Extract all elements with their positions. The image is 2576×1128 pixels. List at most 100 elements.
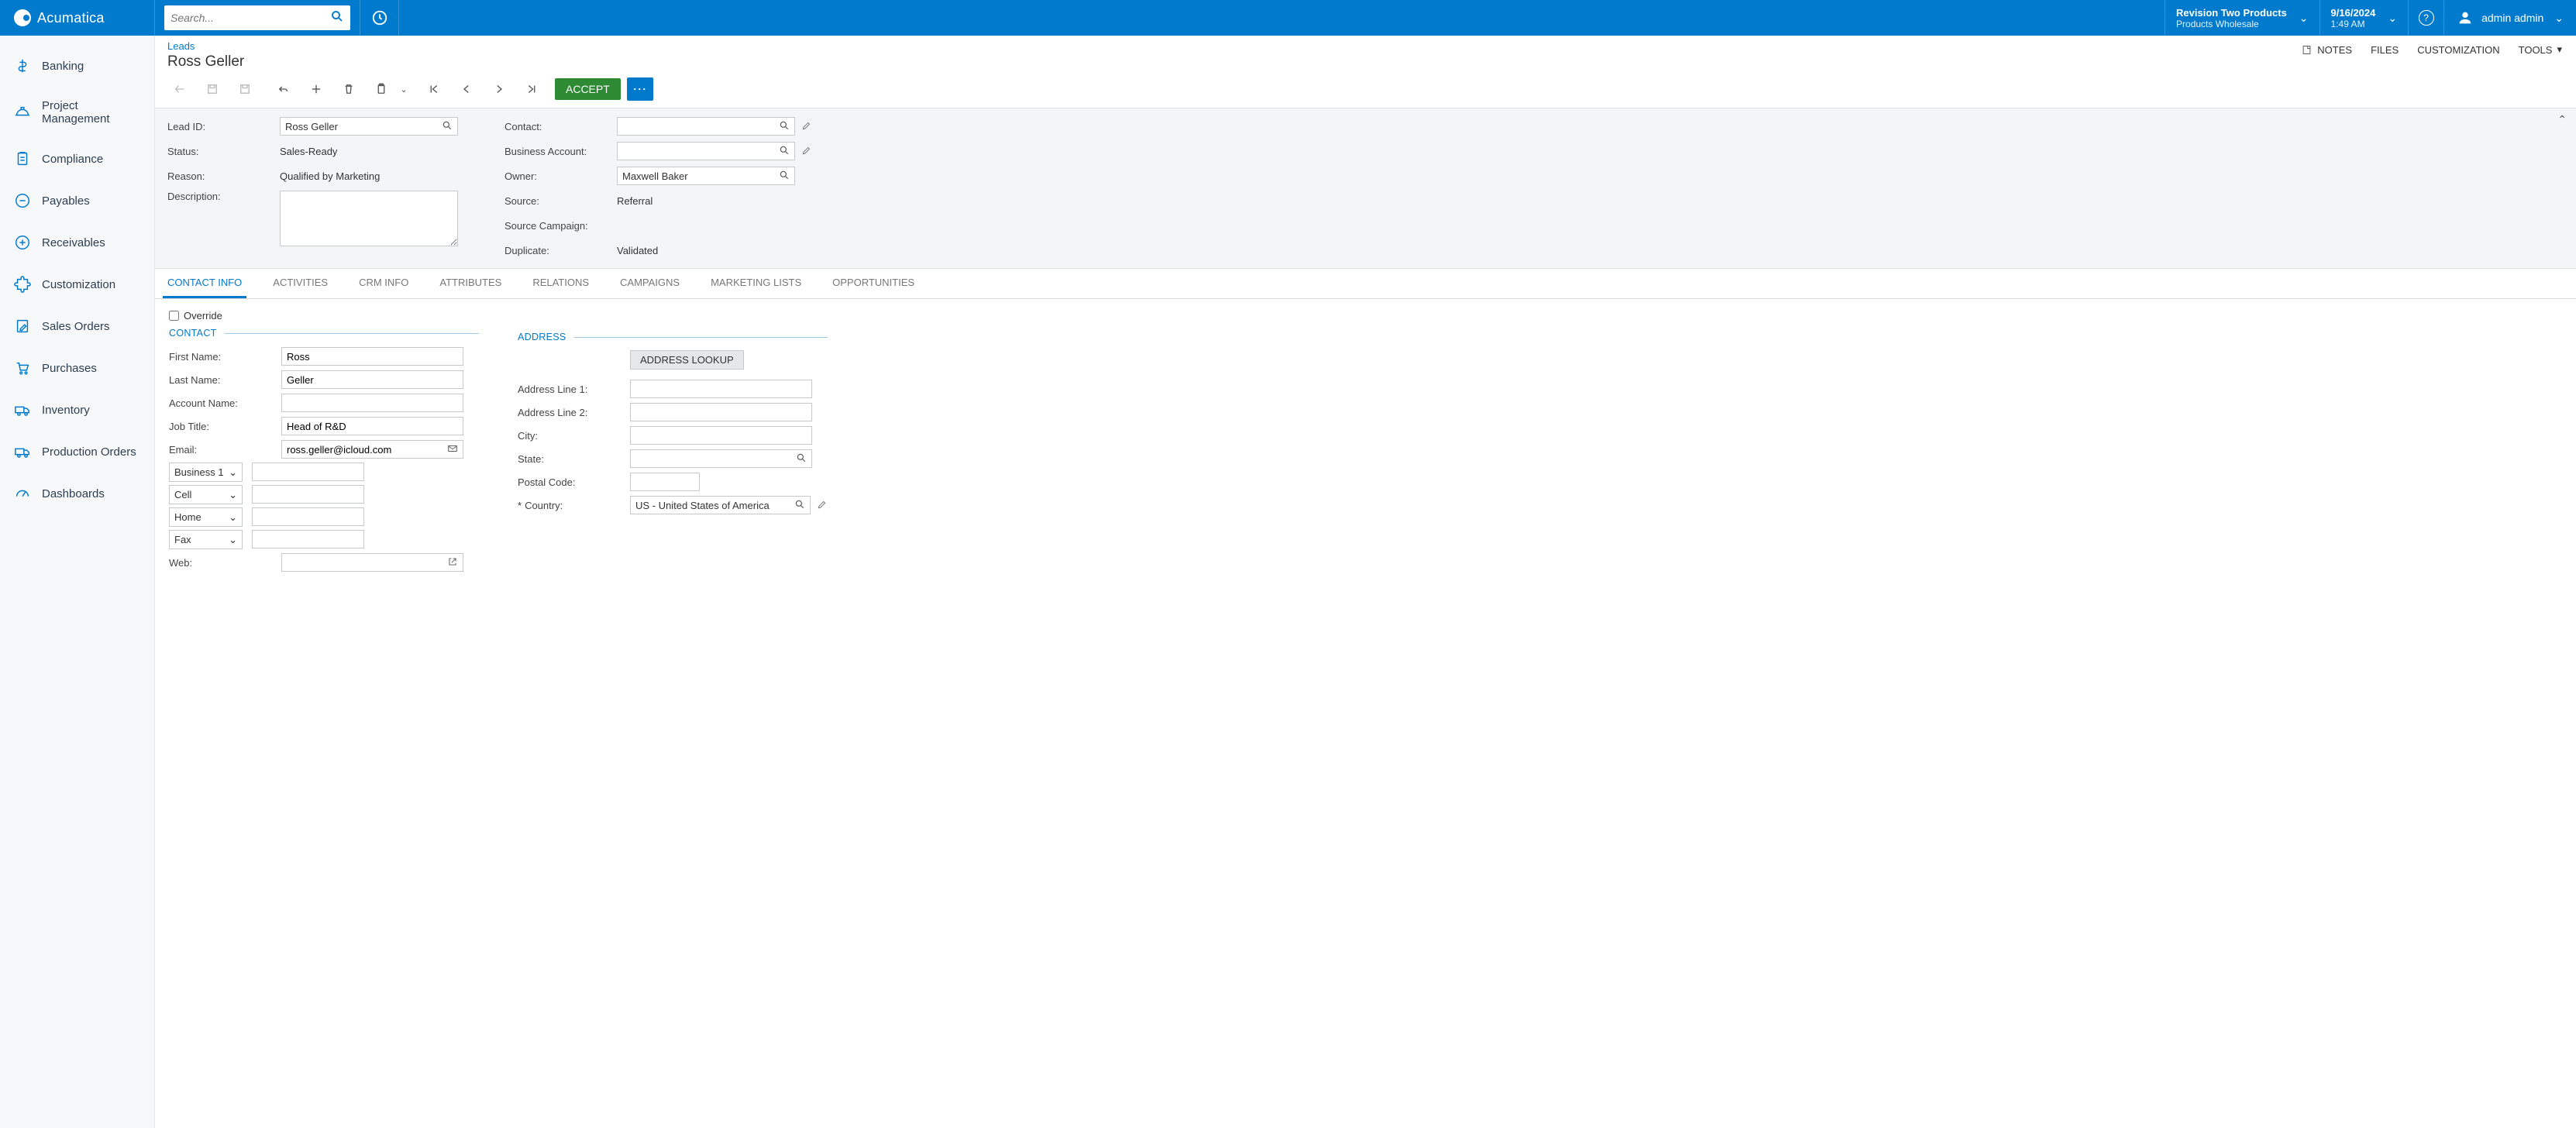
phone-type-4-select[interactable]: Fax⌄ xyxy=(169,530,243,549)
sidebar-item-customization[interactable]: Customization xyxy=(0,263,154,305)
tools-button[interactable]: TOOLS▾ xyxy=(2519,43,2562,56)
city-field[interactable] xyxy=(635,430,807,442)
description-input[interactable] xyxy=(280,191,458,246)
back-button[interactable] xyxy=(164,77,195,101)
sidebar-item-project-management[interactable]: Project Management xyxy=(0,87,154,138)
phone-3-input[interactable] xyxy=(252,507,364,526)
clipboard-button[interactable] xyxy=(366,77,397,101)
brand-text: Acumatica xyxy=(37,10,105,26)
addr2-field[interactable] xyxy=(635,407,807,418)
edit-account-button[interactable] xyxy=(801,145,812,158)
history-button[interactable] xyxy=(360,0,399,36)
phone-type-2-select[interactable]: Cell⌄ xyxy=(169,485,243,504)
search-box[interactable] xyxy=(164,5,350,30)
breadcrumb[interactable]: Leads xyxy=(167,40,2564,52)
phone-type-3-select[interactable]: Home⌄ xyxy=(169,507,243,527)
lookup-icon[interactable] xyxy=(779,170,790,183)
tab-crm-info[interactable]: CRM INFO xyxy=(354,269,413,298)
addr1-input[interactable] xyxy=(630,380,812,398)
override-checkbox[interactable] xyxy=(169,311,179,321)
more-actions-button[interactable]: ⋯ xyxy=(627,77,653,101)
phone-1-input[interactable] xyxy=(252,463,364,481)
sidebar-item-banking[interactable]: Banking xyxy=(0,45,154,87)
web-input[interactable] xyxy=(281,553,463,572)
lookup-icon[interactable] xyxy=(442,120,453,133)
account-name-input[interactable] xyxy=(281,394,463,412)
lookup-icon[interactable] xyxy=(794,499,805,512)
save-close-button[interactable] xyxy=(229,77,260,101)
lead-id-value: Ross Geller xyxy=(285,121,442,132)
tenant-selector[interactable]: Revision Two Products Products Wholesale… xyxy=(2164,0,2320,36)
phone-4-input[interactable] xyxy=(252,530,364,549)
sidebar-item-receivables[interactable]: Receivables xyxy=(0,222,154,263)
city-input[interactable] xyxy=(630,426,812,445)
account-input[interactable] xyxy=(617,142,795,160)
tab-activities[interactable]: ACTIVITIES xyxy=(268,269,332,298)
business-date-selector[interactable]: 9/16/2024 1:49 AM ⌄ xyxy=(2320,0,2409,36)
collapse-toggle[interactable]: ⌃ xyxy=(2557,113,2567,126)
search-icon[interactable] xyxy=(330,9,344,27)
addr1-field[interactable] xyxy=(635,383,807,395)
tab-relations[interactable]: RELATIONS xyxy=(528,269,594,298)
brand-logo[interactable]: Acumatica xyxy=(0,0,155,36)
email-field[interactable] xyxy=(287,444,447,456)
state-input[interactable] xyxy=(630,449,812,468)
edit-contact-button[interactable] xyxy=(801,120,812,133)
first-button[interactable] xyxy=(418,77,449,101)
account-name-field[interactable] xyxy=(287,397,458,409)
owner-input[interactable]: Maxwell Baker xyxy=(617,167,795,185)
next-button[interactable] xyxy=(484,77,515,101)
lookup-icon[interactable] xyxy=(796,452,807,466)
lead-id-input[interactable]: Ross Geller xyxy=(280,117,458,136)
country-input[interactable]: US - United States of America xyxy=(630,496,811,514)
sidebar-item-payables[interactable]: Payables xyxy=(0,180,154,222)
accept-button[interactable]: ACCEPT xyxy=(555,78,621,100)
clipboard-dropdown[interactable]: ⌄ xyxy=(397,84,411,95)
delete-button[interactable] xyxy=(333,77,364,101)
add-button[interactable] xyxy=(301,77,332,101)
notes-button[interactable]: NOTES xyxy=(2301,44,2352,56)
lookup-icon[interactable] xyxy=(779,120,790,133)
job-title-field[interactable] xyxy=(287,421,458,432)
source-label: Source: xyxy=(505,195,617,207)
phone-2-input[interactable] xyxy=(252,485,364,504)
contact-input[interactable] xyxy=(617,117,795,136)
sidebar-item-production-orders[interactable]: Production Orders xyxy=(0,431,154,473)
first-name-input[interactable] xyxy=(281,347,463,366)
mail-icon[interactable] xyxy=(447,443,458,456)
tab-attributes[interactable]: ATTRIBUTES xyxy=(435,269,506,298)
external-link-icon[interactable] xyxy=(447,556,458,569)
last-name-input[interactable] xyxy=(281,370,463,389)
sidebar-item-inventory[interactable]: Inventory xyxy=(0,389,154,431)
first-name-field[interactable] xyxy=(287,351,458,363)
sidebar-item-purchases[interactable]: Purchases xyxy=(0,347,154,389)
user-menu[interactable]: admin admin ⌄ xyxy=(2444,0,2576,36)
job-title-input[interactable] xyxy=(281,417,463,435)
state-field[interactable] xyxy=(635,453,796,465)
postal-label: Postal Code: xyxy=(518,476,630,488)
addr2-input[interactable] xyxy=(630,403,812,421)
save-button[interactable] xyxy=(197,77,228,101)
last-button[interactable] xyxy=(516,77,547,101)
tab-campaigns[interactable]: CAMPAIGNS xyxy=(615,269,684,298)
prev-button[interactable] xyxy=(451,77,482,101)
customization-button[interactable]: CUSTOMIZATION xyxy=(2417,44,2499,56)
edit-country-button[interactable] xyxy=(817,499,828,512)
help-button[interactable]: ? xyxy=(2409,0,2444,36)
last-name-field[interactable] xyxy=(287,374,458,386)
sidebar-item-dashboards[interactable]: Dashboards xyxy=(0,473,154,514)
files-button[interactable]: FILES xyxy=(2371,44,2399,56)
search-input[interactable] xyxy=(170,12,330,24)
email-input[interactable] xyxy=(281,440,463,459)
tab-contact-info[interactable]: CONTACT INFO xyxy=(163,269,246,298)
undo-button[interactable] xyxy=(268,77,299,101)
tab-opportunities[interactable]: OPPORTUNITIES xyxy=(828,269,919,298)
tab-marketing-lists[interactable]: MARKETING LISTS xyxy=(706,269,806,298)
address-lookup-button[interactable]: ADDRESS LOOKUP xyxy=(630,350,744,370)
postal-input[interactable] xyxy=(630,473,700,491)
sidebar-item-sales-orders[interactable]: Sales Orders xyxy=(0,305,154,347)
phone-type-1-select[interactable]: Business 1⌄ xyxy=(169,463,243,482)
sidebar-item-compliance[interactable]: Compliance xyxy=(0,138,154,180)
lookup-icon[interactable] xyxy=(779,145,790,158)
web-field[interactable] xyxy=(287,557,447,569)
